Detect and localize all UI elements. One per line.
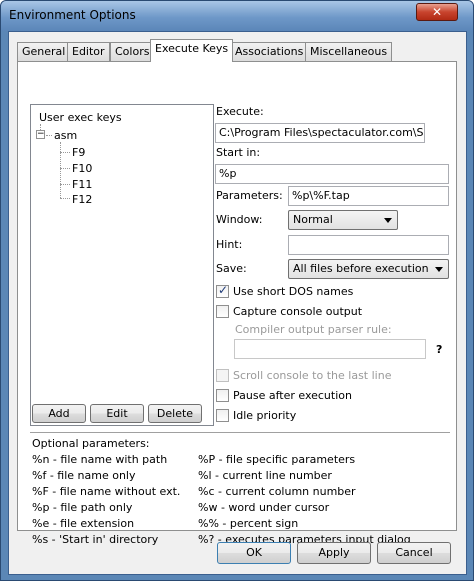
use-short-dos-checkbox[interactable]: ✓	[216, 283, 229, 298]
dialog-client-area: General Editor Colors Execute Keys Assoc…	[8, 31, 467, 575]
parameters-label: Parameters:	[216, 189, 283, 202]
scroll-console-label[interactable]: Scroll console to the last line	[233, 369, 391, 382]
param-right: %l - current line number	[198, 469, 332, 482]
parameters-field[interactable]: %p\%F.tap	[288, 186, 449, 206]
window-title: Environment Options	[9, 8, 136, 22]
param-left: %n - file name with path	[32, 453, 168, 466]
hint-field[interactable]	[288, 235, 449, 255]
param-right: %P - file specific parameters	[198, 453, 356, 466]
idle-priority-checkbox[interactable]	[216, 409, 229, 422]
scroll-console-checkbox[interactable]	[216, 369, 229, 382]
tree-node-asm[interactable]: asm	[54, 129, 77, 142]
tree-connector	[60, 168, 70, 169]
close-icon: ✕	[431, 5, 443, 19]
tree-item-f10[interactable]: F10	[72, 162, 92, 175]
execute-keys-panel: User exec keys − asm F9 F10 F11 F12 Add …	[17, 61, 457, 546]
delete-button[interactable]: Delete	[148, 404, 202, 423]
params-heading: Optional parameters:	[32, 437, 150, 450]
pause-after-label[interactable]: Pause after execution	[233, 389, 352, 402]
capture-console-checkbox[interactable]	[216, 305, 229, 318]
tree-item-f12[interactable]: F12	[72, 193, 92, 206]
param-right: %c - current column number	[198, 485, 356, 498]
window-dropdown-value: Normal	[293, 213, 333, 226]
exec-keys-tree[interactable]: User exec keys − asm F9 F10 F11 F12	[30, 104, 214, 426]
parser-help-button[interactable]: ?	[436, 343, 442, 356]
tab-colors[interactable]: Colors	[110, 42, 155, 61]
execute-field[interactable]: C:\Program Files\spectaculator.com\Spect	[215, 123, 425, 143]
param-left: %e - file extension	[32, 517, 135, 530]
param-left: %F - file name without ext.	[32, 485, 181, 498]
window-label: Window:	[216, 213, 263, 226]
tab-miscellaneous[interactable]: Miscellaneous	[305, 42, 393, 61]
environment-options-window: Environment Options ✕ General Editor Col…	[0, 0, 474, 581]
title-bar[interactable]: Environment Options ✕	[1, 1, 473, 31]
save-dropdown-value: All files before execution	[293, 262, 429, 275]
param-left: %f - file name only	[32, 469, 136, 482]
idle-priority-label[interactable]: Idle priority	[233, 409, 296, 422]
ok-button[interactable]: OK	[217, 542, 291, 564]
param-left: %p - file path only	[32, 501, 133, 514]
hint-label: Hint:	[216, 238, 243, 251]
execute-label: Execute:	[216, 105, 264, 118]
start-in-field[interactable]: %p	[215, 164, 449, 184]
start-in-label: Start in:	[216, 146, 261, 159]
tree-connector	[60, 184, 70, 185]
window-dropdown[interactable]: Normal	[288, 210, 398, 230]
chevron-down-icon	[435, 267, 443, 272]
save-dropdown[interactable]: All files before execution	[288, 259, 449, 279]
capture-console-label[interactable]: Capture console output	[233, 305, 362, 318]
param-right: %w - word under cursor	[198, 501, 330, 514]
tab-general[interactable]: General	[17, 42, 71, 61]
tree-connector	[46, 135, 52, 136]
param-left: %s - 'Start in' directory	[32, 533, 159, 546]
separator	[30, 432, 450, 433]
use-short-dos-label[interactable]: Use short DOS names	[233, 285, 353, 298]
tree-item-f11[interactable]: F11	[72, 178, 92, 191]
close-button[interactable]: ✕	[416, 3, 458, 21]
tree-connector	[60, 142, 61, 198]
tree-connector	[60, 152, 70, 153]
add-button[interactable]: Add	[32, 404, 86, 423]
checkmark-icon: ✓	[218, 283, 229, 297]
chevron-down-icon	[384, 218, 392, 223]
tab-editor[interactable]: Editor	[67, 42, 110, 61]
param-right: %% - percent sign	[198, 517, 299, 530]
parser-rule-label: Compiler output parser rule:	[235, 323, 392, 336]
collapse-icon[interactable]: −	[36, 130, 45, 139]
tab-execute-keys[interactable]: Execute Keys	[150, 39, 234, 62]
tab-associations[interactable]: Associations	[230, 42, 309, 61]
tree-root-label[interactable]: User exec keys	[39, 111, 122, 124]
edit-button[interactable]: Edit	[90, 404, 144, 423]
tree-connector	[60, 198, 70, 199]
apply-button[interactable]: Apply	[297, 542, 371, 564]
parser-rule-field[interactable]	[234, 339, 426, 359]
save-label: Save:	[216, 262, 247, 275]
pause-after-checkbox[interactable]	[216, 389, 229, 402]
tree-item-f9[interactable]: F9	[72, 146, 85, 159]
cancel-button[interactable]: Cancel	[377, 542, 451, 564]
